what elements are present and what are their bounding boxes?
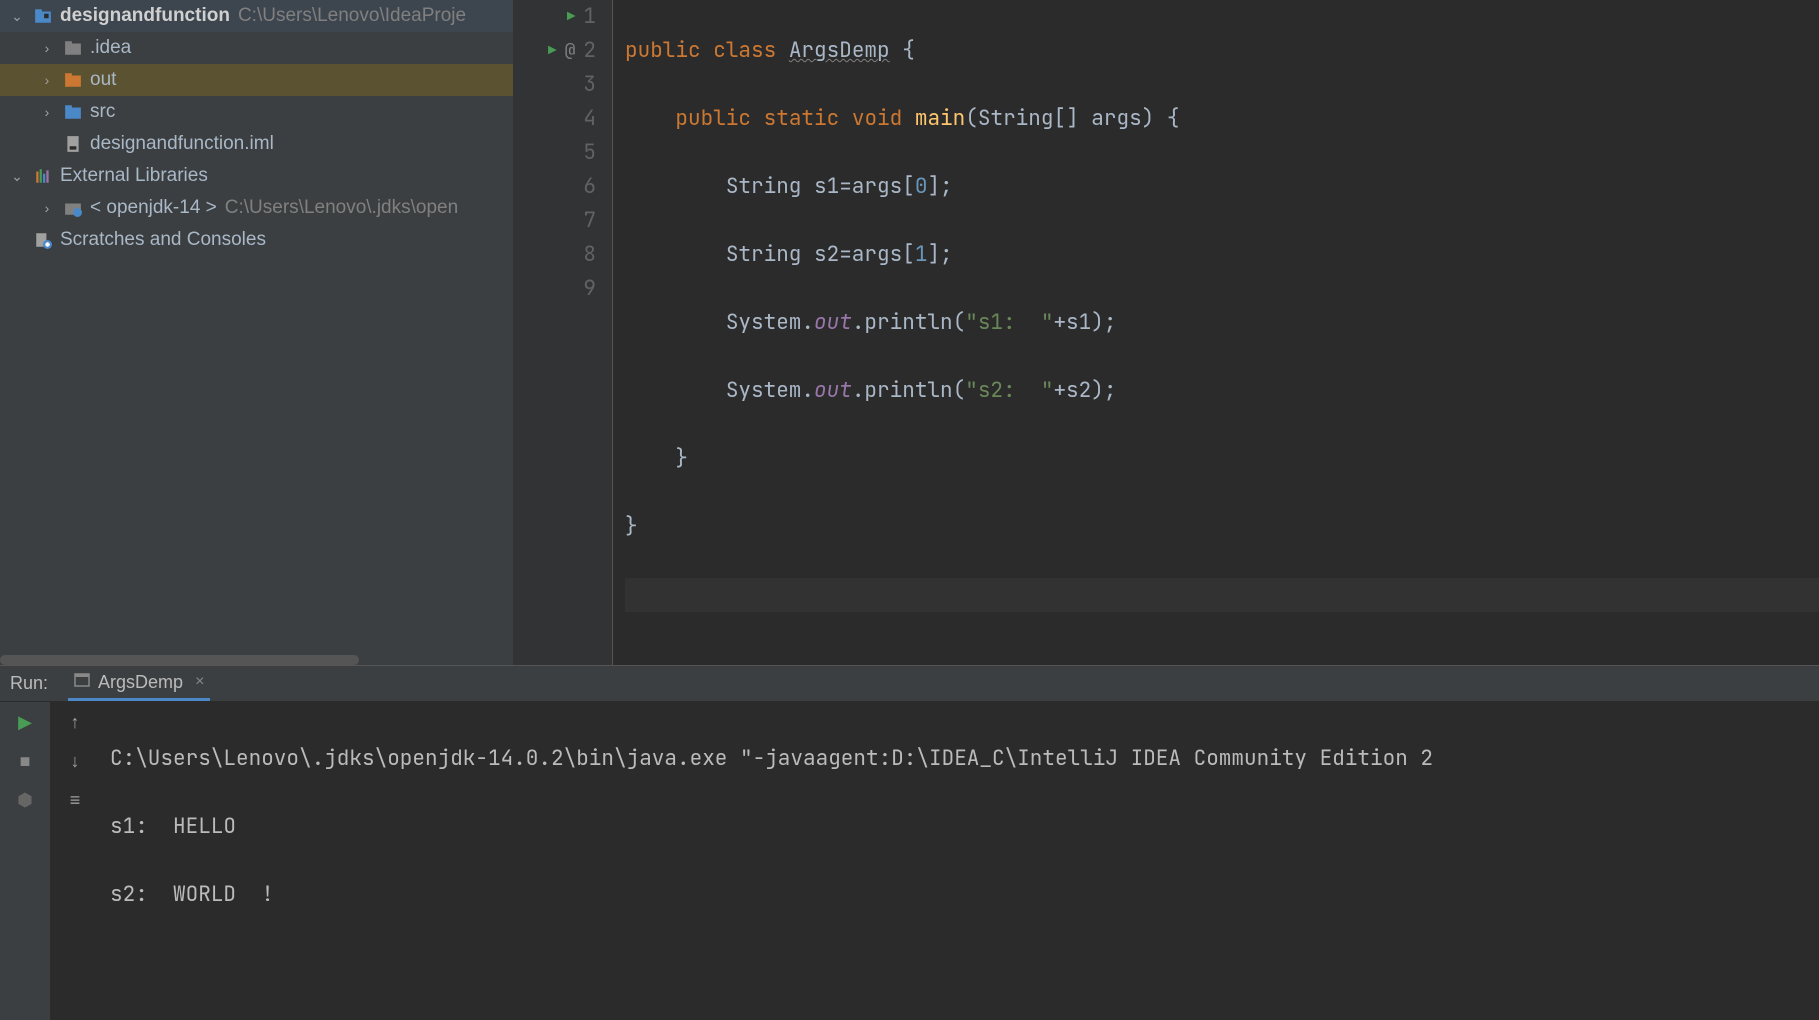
- scrollbar-thumb[interactable]: [0, 655, 359, 665]
- tree-item-label: src: [90, 101, 115, 123]
- console-line: s2: WORLD !: [110, 878, 1809, 912]
- line-number: 9: [583, 272, 596, 306]
- project-tree[interactable]: ⌄ designandfunction C:\Users\Lenovo\Idea…: [0, 0, 513, 665]
- jdk-icon: [62, 199, 84, 217]
- chevron-down-icon[interactable]: ⌄: [8, 8, 26, 25]
- tree-item-src[interactable]: › src: [0, 96, 513, 128]
- run-toolbar: ▶ ■ ⬢: [0, 702, 50, 1020]
- line-number: 1: [583, 0, 596, 34]
- tree-item-iml[interactable]: designandfunction.iml: [0, 128, 513, 160]
- horizontal-scrollbar[interactable]: [0, 655, 513, 665]
- scroll-up-button[interactable]: ↑: [71, 712, 80, 733]
- folder-icon: [62, 103, 84, 121]
- code-line[interactable]: }: [625, 442, 1819, 476]
- tree-item-label: .idea: [90, 37, 131, 59]
- chevron-down-icon[interactable]: ⌄: [8, 168, 26, 185]
- code-line[interactable]: String s1=args[0];: [625, 170, 1819, 204]
- line-number: 3: [583, 68, 596, 102]
- run-gutter-icon[interactable]: ▶: [548, 34, 556, 68]
- tree-root[interactable]: ⌄ designandfunction C:\Users\Lenovo\Idea…: [0, 0, 513, 32]
- tree-external-libs[interactable]: ⌄ External Libraries: [0, 160, 513, 192]
- line-number: 7: [583, 204, 596, 238]
- tree-jdk-label: < openjdk-14 >: [90, 197, 217, 219]
- tree-root-name: designandfunction: [60, 5, 230, 27]
- tree-jdk[interactable]: › < openjdk-14 > C:\Users\Lenovo\.jdks\o…: [0, 192, 513, 224]
- rerun-button[interactable]: ▶: [18, 712, 32, 733]
- code-line[interactable]: System.out.println("s1: "+s1);: [625, 306, 1819, 340]
- line-number: 4: [583, 102, 596, 136]
- close-icon[interactable]: ×: [195, 673, 204, 691]
- line-number: 8: [583, 238, 596, 272]
- tree-item-label: Scratches and Consoles: [60, 229, 266, 251]
- run-label: Run:: [10, 673, 48, 694]
- tree-jdk-path: C:\Users\Lenovo\.jdks\open: [225, 197, 458, 219]
- console-output[interactable]: C:\Users\Lenovo\.jdks\openjdk-14.0.2\bin…: [100, 702, 1819, 1020]
- gutter[interactable]: ▶1 ▶@2 3 4 5 6 7 8 9: [513, 0, 613, 665]
- file-icon: [62, 135, 84, 153]
- project-icon: [32, 7, 54, 25]
- tree-item-label: External Libraries: [60, 165, 208, 187]
- code-editor[interactable]: ▶1 ▶@2 3 4 5 6 7 8 9 public class ArgsDe…: [513, 0, 1819, 665]
- tree-root-path: C:\Users\Lenovo\IdeaProje: [238, 5, 466, 27]
- tree-item-out[interactable]: › out: [0, 64, 513, 96]
- scratch-icon: [32, 231, 54, 249]
- code-line[interactable]: public class ArgsDemp {: [625, 34, 1819, 68]
- chevron-right-icon[interactable]: ›: [38, 200, 56, 216]
- console-line: C:\Users\Lenovo\.jdks\openjdk-14.0.2\bin…: [110, 742, 1809, 776]
- code-line[interactable]: public static void main(String[] args) {: [625, 102, 1819, 136]
- code-line-current[interactable]: [625, 578, 1819, 612]
- folder-icon: [62, 39, 84, 57]
- line-number: 6: [583, 170, 596, 204]
- stop-button[interactable]: ■: [20, 751, 31, 772]
- code-line[interactable]: String s2=args[1];: [625, 238, 1819, 272]
- tree-item-label: designandfunction.iml: [90, 133, 274, 155]
- code-line[interactable]: }: [625, 510, 1819, 544]
- chevron-right-icon[interactable]: ›: [38, 40, 56, 56]
- override-icon[interactable]: @: [565, 34, 576, 68]
- run-tab[interactable]: ArgsDemp ×: [68, 666, 210, 701]
- debug-button[interactable]: ⬢: [17, 790, 33, 811]
- chevron-right-icon[interactable]: ›: [38, 72, 56, 88]
- chevron-right-icon[interactable]: ›: [38, 104, 56, 120]
- tree-item-label: out: [90, 69, 116, 91]
- console-line: s1: HELLO: [110, 810, 1809, 844]
- application-icon: [74, 672, 90, 693]
- run-gutter-icon[interactable]: ▶: [567, 0, 575, 34]
- run-tab-label: ArgsDemp: [98, 672, 183, 693]
- tree-item-idea[interactable]: › .idea: [0, 32, 513, 64]
- folder-icon: [62, 71, 84, 89]
- soft-wrap-button[interactable]: ≡: [70, 790, 81, 811]
- code-line[interactable]: System.out.println("s2: "+s2);: [625, 374, 1819, 408]
- scroll-down-button[interactable]: ↓: [71, 751, 80, 772]
- line-number: 5: [583, 136, 596, 170]
- library-icon: [32, 167, 54, 185]
- code-area[interactable]: public class ArgsDemp { public static vo…: [613, 0, 1819, 665]
- run-tool-window: Run: ArgsDemp × ▶ ■ ⬢ ↑ ↓ ≡ C:\Users\Len…: [0, 665, 1819, 1020]
- line-number: 2: [583, 34, 596, 68]
- tree-scratches[interactable]: › Scratches and Consoles: [0, 224, 513, 256]
- console-toolbar: ↑ ↓ ≡: [50, 702, 100, 1020]
